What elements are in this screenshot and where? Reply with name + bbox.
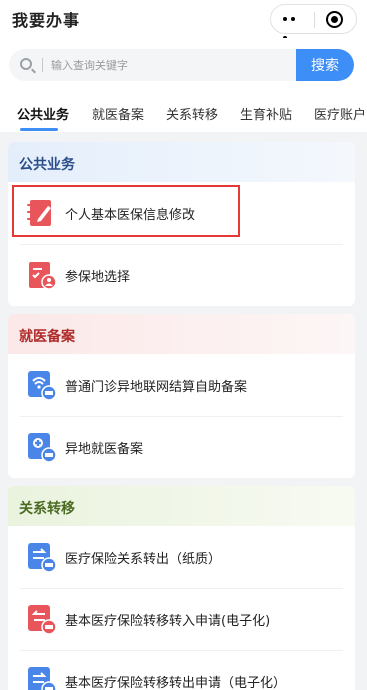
active-tab-indicator xyxy=(20,128,58,131)
tab-public-business[interactable]: 公共业务 xyxy=(17,104,69,123)
tab-relation-transfer[interactable]: 关系转移 xyxy=(166,104,218,123)
search-icon xyxy=(20,58,32,70)
section-title: 关系转移 xyxy=(19,501,75,517)
search-button[interactable]: 搜索 xyxy=(296,49,354,81)
service-item-label: 基本医疗保险转移转出申请（电子化） xyxy=(65,676,287,690)
section-title: 公共业务 xyxy=(19,157,75,173)
service-item-insured-place[interactable]: 参保地选择 xyxy=(8,244,355,306)
wifi-record-icon xyxy=(28,371,57,401)
search-divider xyxy=(42,58,43,72)
highlight-box xyxy=(12,185,240,237)
search-box: 搜索 xyxy=(9,49,354,81)
medical-record-icon xyxy=(28,433,57,463)
service-item-label: 参保地选择 xyxy=(65,270,131,285)
search-bar: 搜索 xyxy=(0,38,367,92)
transfer-out-icon xyxy=(28,543,57,573)
transfer-in-icon xyxy=(28,605,57,635)
more-icon[interactable] xyxy=(283,17,305,40)
page-title: 我要办事 xyxy=(12,11,81,30)
category-tabs: 公共业务 就医备案 关系转移 生育补贴 医疗账户 xyxy=(0,92,367,132)
tab-medical-record[interactable]: 就医备案 xyxy=(92,104,144,123)
transfer-out-icon xyxy=(28,667,57,690)
section-header: 就医备案 xyxy=(8,314,355,354)
service-item-transfer-in-electronic[interactable]: 基本医疗保险转移转入申请(电子化) xyxy=(8,588,355,650)
service-item-outpatient-record[interactable]: 普通门诊异地联网结算自助备案 xyxy=(8,354,355,416)
service-item-transfer-out-paper[interactable]: 医疗保险关系转出（纸质） xyxy=(8,526,355,588)
service-item-label: 普通门诊异地联网结算自助备案 xyxy=(65,380,248,395)
insured-place-icon xyxy=(29,262,57,290)
section-header: 公共业务 xyxy=(8,142,355,182)
nav-bar: 我要办事 xyxy=(0,0,367,40)
tab-maternity-subsidy[interactable]: 生育补贴 xyxy=(240,104,292,123)
tab-medical-account[interactable]: 医疗账户 xyxy=(314,104,366,123)
service-item-transfer-out-electronic[interactable]: 基本医疗保险转移转出申请（电子化） xyxy=(8,650,355,690)
service-item-label: 医疗保险关系转出（纸质） xyxy=(65,552,222,567)
capsule-divider xyxy=(314,12,315,28)
section-header: 关系转移 xyxy=(8,486,355,526)
close-target-icon[interactable] xyxy=(326,11,343,28)
service-item-label: 基本医疗保险转移转入申请(电子化) xyxy=(65,614,271,629)
search-input[interactable] xyxy=(51,49,291,81)
service-item-label: 异地就医备案 xyxy=(65,442,144,457)
section-title: 就医备案 xyxy=(19,329,75,345)
section-card-transfer: 关系转移 医疗保险关系转出（纸质） 基本医疗保险转移转入申请(电子化) 基本医疗… xyxy=(8,486,355,690)
service-item-remote-record[interactable]: 异地就医备案 xyxy=(8,416,355,478)
mini-program-capsule xyxy=(270,4,357,40)
section-card-medical-record: 就医备案 普通门诊异地联网结算自助备案 异地就医备案 xyxy=(8,314,355,478)
